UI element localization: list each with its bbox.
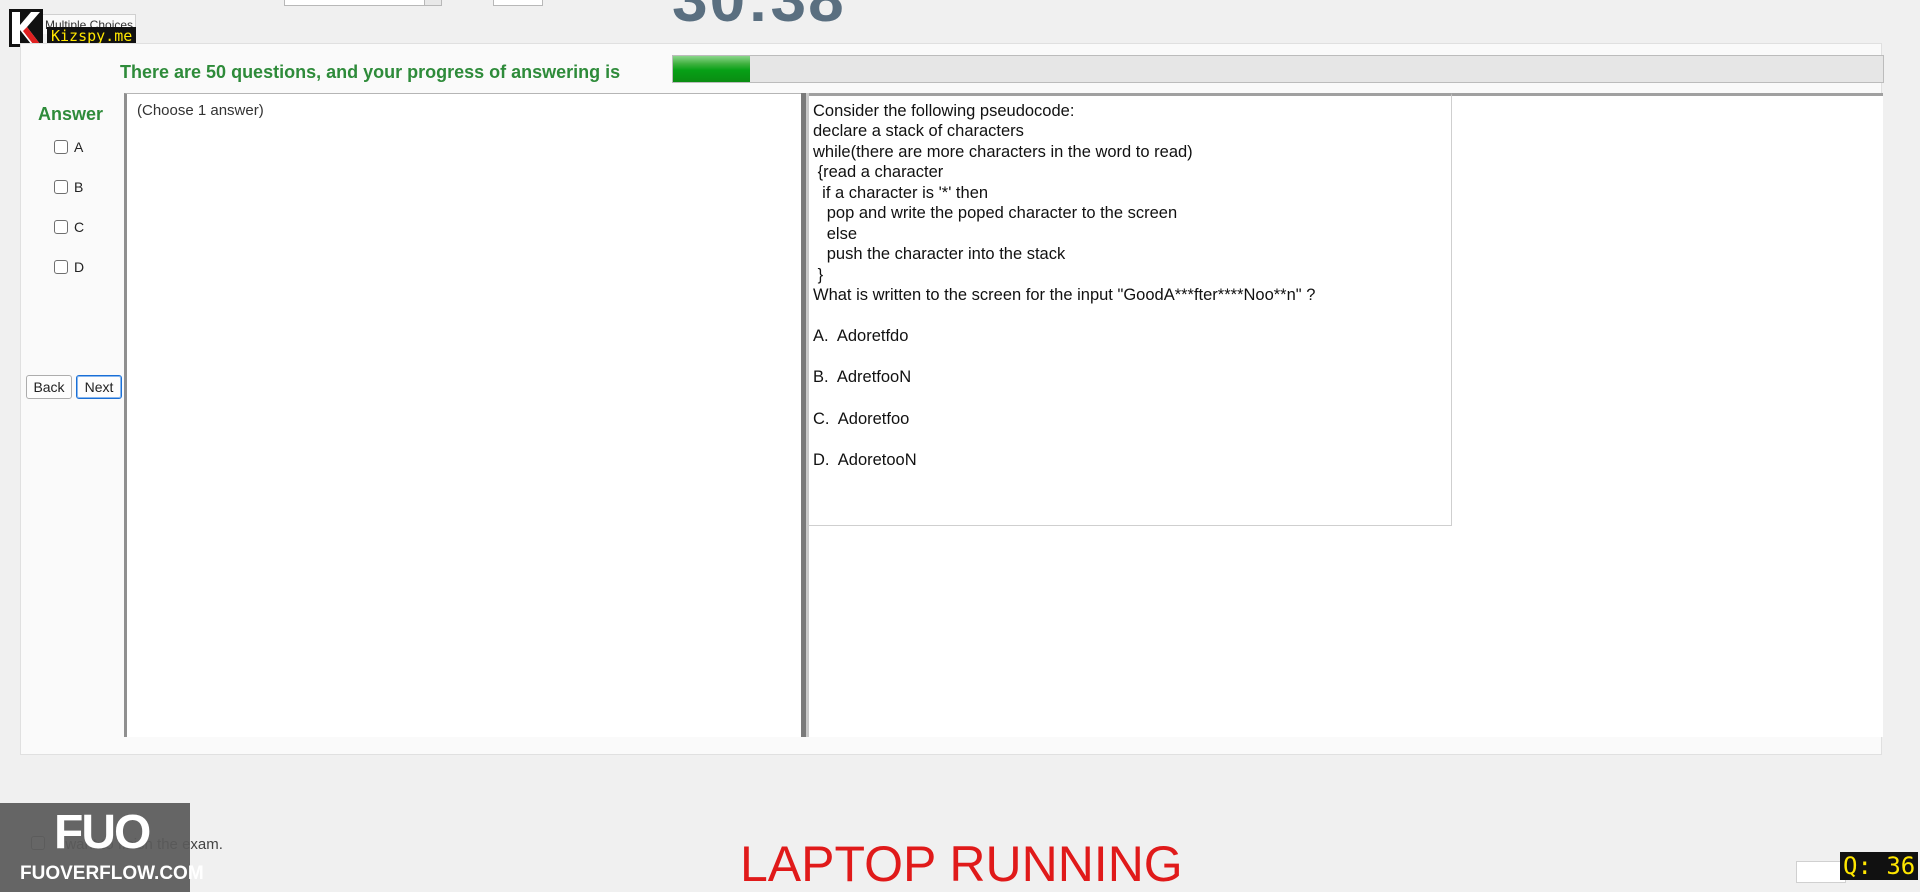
option-b[interactable]: B — [54, 179, 83, 195]
fuo-site-text: FUOVERFLOW.COM — [20, 863, 204, 884]
choice-a-text: A. Adoretfdo — [813, 327, 909, 345]
option-d-checkbox[interactable] — [54, 260, 68, 274]
question-line: } — [813, 266, 824, 284]
option-c-checkbox[interactable] — [54, 220, 68, 234]
answer-area[interactable]: (Choose 1 answer) — [124, 93, 801, 737]
progress-label: There are 50 questions, and your progres… — [120, 62, 621, 82]
footer-field — [1796, 861, 1846, 883]
fuoverflow-watermark: FUO FUOVERFLOW.COM — [0, 803, 204, 892]
option-c[interactable]: C — [54, 219, 84, 235]
answer-hint: (Choose 1 answer) — [137, 102, 264, 119]
top-dropdown[interactable] — [284, 0, 442, 6]
option-c-label: C — [74, 219, 85, 235]
option-a-checkbox[interactable] — [54, 140, 68, 154]
option-b-checkbox[interactable] — [54, 180, 68, 194]
option-a-label: A — [74, 139, 84, 155]
answer-heading: Answer — [38, 104, 104, 124]
question-text-area: Consider the following pseudocode: decla… — [809, 93, 1452, 526]
question-line: declare a stack of characters — [813, 122, 1024, 140]
choice-b-text: B. AdretfooN — [813, 368, 912, 386]
next-button[interactable]: Next — [76, 375, 122, 399]
option-a[interactable]: A — [54, 139, 83, 155]
countdown-timer: 30:38 — [672, 0, 846, 36]
choice-d-text: D. AdoretooN — [813, 451, 917, 469]
splitter-handle[interactable] — [801, 93, 806, 737]
fuo-logo-text: FUO — [54, 806, 151, 859]
option-d-label: D — [74, 259, 85, 275]
question-line: else — [813, 225, 858, 243]
question-line: {read a character — [813, 163, 944, 181]
k-logo-icon — [9, 9, 43, 47]
question-line: Consider the following pseudocode: — [813, 102, 1075, 120]
back-button[interactable]: Back — [26, 375, 72, 399]
choice-c-text: C. Adoretfoo — [813, 410, 910, 428]
progress-bar — [672, 55, 1884, 83]
question-line: pop and write the poped character to the… — [813, 204, 1178, 222]
question-number-badge: Q: 36 — [1840, 852, 1919, 880]
question-line: if a character is '*' then — [813, 184, 989, 202]
progress-bar-fill — [673, 56, 751, 82]
option-b-label: B — [74, 179, 84, 195]
top-field[interactable] — [493, 0, 543, 6]
question-line: while(there are more characters in the w… — [813, 143, 1193, 161]
question-line: push the character into the stack — [813, 245, 1066, 263]
pane-splitter[interactable] — [801, 93, 809, 737]
laptop-running-banner: LAPTOP RUNNING — [740, 836, 1183, 892]
option-d[interactable]: D — [54, 259, 84, 275]
question-prompt: What is written to the screen for the in… — [813, 286, 1316, 304]
dropdown-arrow-icon[interactable] — [424, 0, 441, 5]
